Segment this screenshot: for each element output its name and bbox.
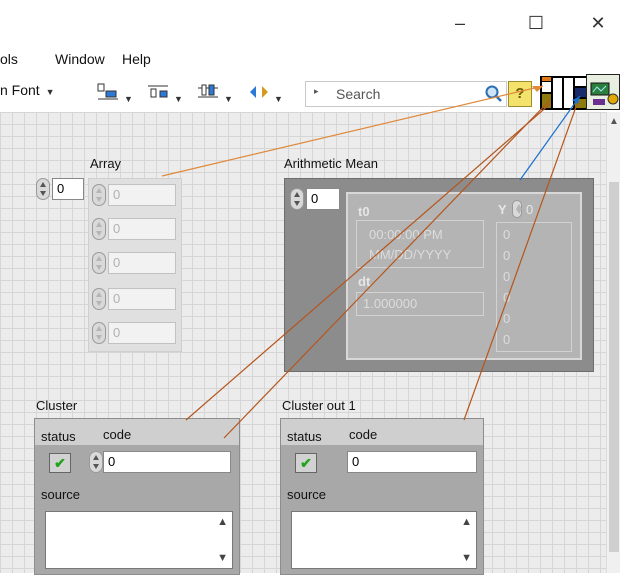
y-value: 0 xyxy=(503,290,511,305)
font-selector-label: n Font xyxy=(0,82,40,98)
array-element-spinner[interactable] xyxy=(92,288,106,310)
maximize-button[interactable]: ☐ xyxy=(516,8,556,38)
y-value: 0 xyxy=(503,248,511,263)
y-value: 0 xyxy=(503,332,511,347)
status-label: status xyxy=(41,429,76,444)
scroll-down-icon[interactable]: ▼ xyxy=(217,552,228,564)
scroll-up-icon[interactable]: ▲ xyxy=(217,516,228,528)
code-label: code xyxy=(349,427,378,442)
menu-window[interactable]: Window xyxy=(55,51,105,67)
connector-terminal[interactable] xyxy=(552,77,563,109)
y-value: 0 xyxy=(503,311,511,326)
source-label: source xyxy=(41,487,81,502)
waveform-index-input[interactable]: 0 xyxy=(306,188,340,210)
y-index-spinner[interactable] xyxy=(512,200,522,218)
array-element[interactable]: 0 xyxy=(108,218,176,240)
status-indicator: ✔ xyxy=(295,453,317,473)
array-element-spinner[interactable] xyxy=(92,252,106,274)
scroll-down-icon[interactable]: ▼ xyxy=(461,552,472,564)
array-index-spinner[interactable] xyxy=(36,178,50,200)
connector-terminal[interactable] xyxy=(541,93,552,109)
connector-terminal[interactable] xyxy=(541,76,552,82)
minimize-button[interactable]: – xyxy=(440,8,480,38)
source-textarea[interactable]: ▲ ▼ xyxy=(45,511,233,569)
y-index[interactable]: 0 xyxy=(526,202,533,217)
status-checkbox[interactable]: ✔ xyxy=(49,453,71,473)
code-label: code xyxy=(103,427,132,442)
y-value: 0 xyxy=(503,269,511,284)
dt-label: dt xyxy=(358,274,371,289)
dt-value[interactable]: 1.000000 xyxy=(356,292,484,316)
menu-bar: ols Window Help xyxy=(0,46,620,72)
t0-timestamp[interactable]: 00:00:00 PM MM/DD/YYYY xyxy=(356,220,484,268)
array-element[interactable]: 0 xyxy=(108,288,176,310)
font-selector[interactable]: n Font ▼ xyxy=(0,82,55,98)
vertical-scrollbar[interactable]: ▲ xyxy=(606,112,620,573)
window-titlebar: – ☐ ✕ xyxy=(0,0,620,46)
code-spinner[interactable] xyxy=(89,451,103,473)
cluster-out-label: Cluster out 1 xyxy=(282,398,356,413)
arithmetic-mean-label: Arithmetic Mean xyxy=(284,156,378,171)
status-label: status xyxy=(287,429,322,444)
cluster-frame: status code ✔ 0 source ▲ ▼ xyxy=(34,418,240,575)
search-input[interactable]: Search xyxy=(336,86,380,102)
close-button[interactable]: ✕ xyxy=(578,8,618,38)
reorder-icon[interactable]: ▼ xyxy=(246,82,283,104)
search-icon[interactable] xyxy=(484,84,502,102)
array-element-spinner[interactable] xyxy=(92,184,106,206)
array-element[interactable]: 0 xyxy=(108,252,176,274)
cluster-label: Cluster xyxy=(36,398,78,413)
chevron-down-icon: ▼ xyxy=(45,87,55,97)
scroll-up-icon[interactable]: ▲ xyxy=(609,116,619,127)
t0-time: 00:00:00 PM xyxy=(369,227,443,242)
search-box[interactable]: ▸ Search xyxy=(305,81,507,107)
array-element[interactable]: 0 xyxy=(108,322,176,344)
toolbar: n Font ▼ ▼ ▼ ▼ ▼ ▸ Search ? xyxy=(0,76,540,112)
context-help-button[interactable]: ? xyxy=(508,81,532,107)
t0-label: t0 xyxy=(358,204,370,219)
search-arrow-icon: ▸ xyxy=(314,86,319,96)
array-element[interactable]: 0 xyxy=(108,184,176,206)
connector-terminal[interactable] xyxy=(563,77,574,109)
source-label: source xyxy=(287,487,327,502)
connector-pane-icon[interactable] xyxy=(540,76,588,110)
array-element-spinner[interactable] xyxy=(92,218,106,240)
y-array[interactable]: 0 0 0 0 0 0 xyxy=(496,222,572,352)
menu-tools[interactable]: ols xyxy=(0,51,18,67)
t0-date: MM/DD/YYYY xyxy=(369,247,452,262)
distribute-objects-icon[interactable]: ▼ xyxy=(146,82,183,104)
menu-help[interactable]: Help xyxy=(122,51,151,67)
align-objects-icon[interactable]: ▼ xyxy=(96,82,133,104)
vi-icon[interactable] xyxy=(586,74,620,110)
waveform-index-spinner[interactable] xyxy=(290,188,304,210)
y-label: Y xyxy=(498,202,507,217)
array-label: Array xyxy=(90,156,122,171)
code-indicator: 0 xyxy=(347,451,477,473)
scroll-up-icon[interactable]: ▲ xyxy=(461,516,472,528)
code-input[interactable]: 0 xyxy=(103,451,231,473)
array-index-input[interactable]: 0 xyxy=(52,178,84,200)
source-indicator: ▲ ▼ xyxy=(291,511,477,569)
scrollbar-thumb[interactable] xyxy=(609,182,619,552)
resize-objects-icon[interactable]: ▼ xyxy=(196,82,233,104)
cluster-out-frame: status code ✔ 0 source ▲ ▼ xyxy=(280,418,484,575)
array-element-spinner[interactable] xyxy=(92,322,106,344)
y-value: 0 xyxy=(503,227,511,242)
